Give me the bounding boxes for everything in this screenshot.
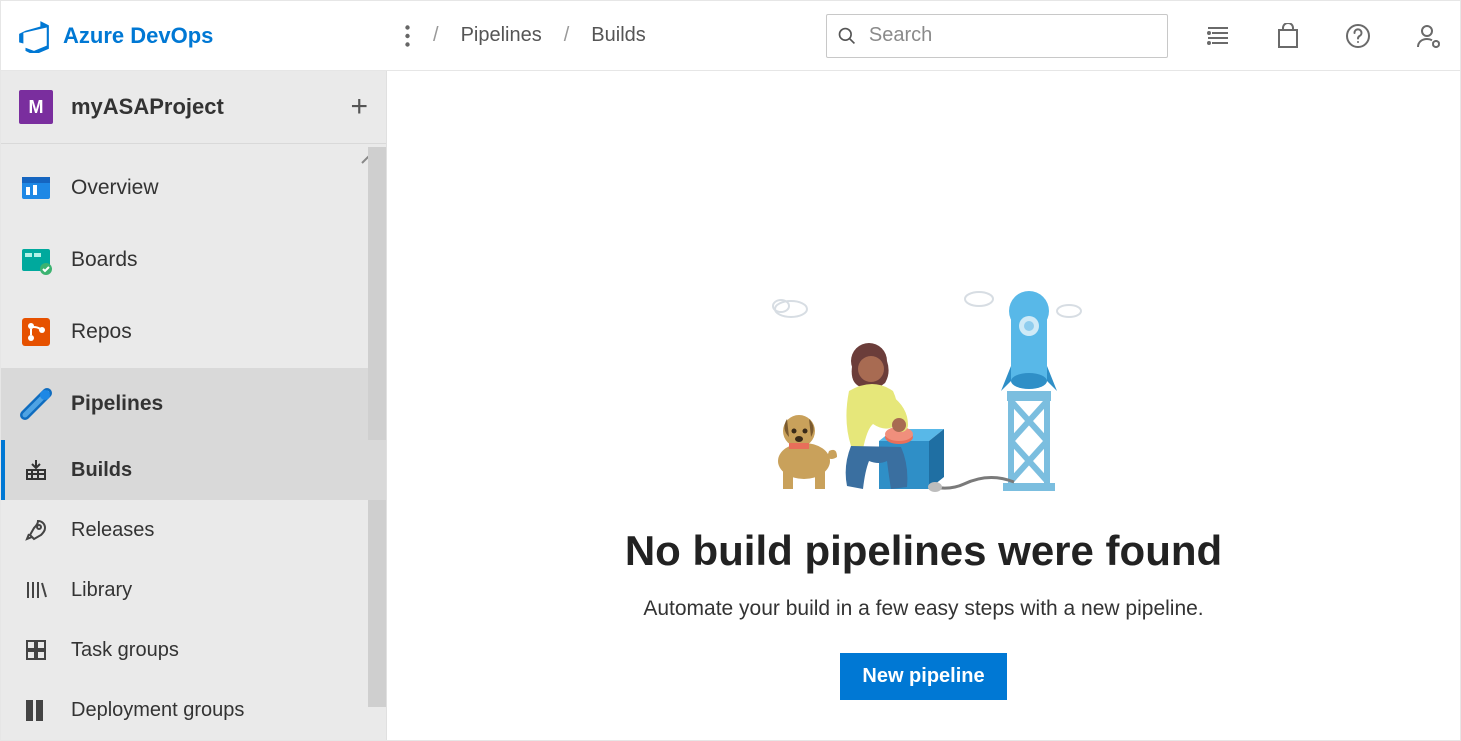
more-menu-button[interactable]: [387, 16, 427, 56]
pipelines-sublist: Builds Releases Library: [1, 440, 386, 740]
releases-icon: [19, 513, 53, 547]
empty-heading: No build pipelines were found: [625, 527, 1222, 575]
brand-title: Azure DevOps: [63, 23, 213, 49]
sidebar-subitem-library[interactable]: Library: [1, 560, 386, 620]
sidebar-scrollbar[interactable]: [368, 147, 386, 707]
breadcrumb-separator: /: [433, 24, 439, 47]
nav-list: Overview Boards Repos: [1, 144, 386, 740]
boards-icon: [19, 243, 53, 277]
sidebar-subitem-label: Library: [71, 579, 132, 602]
add-project-button[interactable]: +: [350, 90, 368, 124]
search-box[interactable]: [826, 14, 1168, 58]
project-badge: M: [19, 90, 53, 124]
body: M myASAProject + Overview: [1, 71, 1460, 740]
empty-illustration: [749, 291, 1099, 501]
sidebar-item-label: Pipelines: [71, 392, 163, 416]
builds-icon: [19, 453, 53, 487]
repos-icon: [19, 315, 53, 349]
vertical-dots-icon: [405, 25, 410, 47]
sidebar-subitem-label: Releases: [71, 519, 154, 542]
sidebar: M myASAProject + Overview: [1, 71, 387, 740]
sidebar-item-label: Overview: [71, 176, 159, 200]
help-icon[interactable]: [1344, 22, 1372, 50]
sidebar-item-label: Boards: [71, 248, 138, 272]
project-row[interactable]: M myASAProject +: [1, 71, 386, 144]
sidebar-item-repos[interactable]: Repos: [1, 296, 386, 368]
shopping-bag-icon[interactable]: [1274, 22, 1302, 50]
project-name: myASAProject: [71, 94, 224, 120]
sidebar-item-overview[interactable]: Overview: [1, 152, 386, 224]
main-content: No build pipelines were found Automate y…: [387, 71, 1460, 740]
breadcrumb: / Pipelines / Builds: [433, 24, 646, 47]
sidebar-subitem-label: Task groups: [71, 639, 179, 662]
sidebar-subitem-releases[interactable]: Releases: [1, 500, 386, 560]
sidebar-item-label: Repos: [71, 320, 132, 344]
sidebar-subitem-label: Builds: [71, 459, 132, 482]
pipelines-icon: [19, 387, 53, 421]
search-input[interactable]: [867, 23, 1157, 48]
search-icon: [837, 25, 857, 47]
user-settings-icon[interactable]: [1414, 22, 1442, 50]
app-root: Azure DevOps / Pipelines / Builds: [0, 0, 1461, 741]
search-wrap: [826, 14, 1168, 58]
breadcrumb-separator: /: [564, 24, 570, 47]
breadcrumb-pipelines[interactable]: Pipelines: [461, 24, 542, 47]
sidebar-subitem-label: Deployment groups: [71, 699, 244, 722]
breadcrumb-builds[interactable]: Builds: [591, 24, 645, 47]
sidebar-subitem-builds[interactable]: Builds: [1, 440, 386, 500]
top-icon-row: [1204, 22, 1442, 50]
new-pipeline-button[interactable]: New pipeline: [840, 653, 1006, 700]
list-icon[interactable]: [1204, 22, 1232, 50]
overview-icon: [19, 171, 53, 205]
library-icon: [19, 573, 53, 607]
sidebar-subitem-task-groups[interactable]: Task groups: [1, 620, 386, 680]
sidebar-subitem-deployment-groups[interactable]: Deployment groups: [1, 680, 386, 740]
top-bar: Azure DevOps / Pipelines / Builds: [1, 1, 1460, 71]
deployment-groups-icon: [19, 693, 53, 727]
brand[interactable]: Azure DevOps: [9, 19, 387, 53]
sidebar-item-pipelines[interactable]: Pipelines: [1, 368, 386, 440]
azure-devops-logo-icon: [17, 19, 51, 53]
empty-subtext: Automate your build in a few easy steps …: [643, 597, 1203, 621]
task-groups-icon: [19, 633, 53, 667]
sidebar-item-boards[interactable]: Boards: [1, 224, 386, 296]
